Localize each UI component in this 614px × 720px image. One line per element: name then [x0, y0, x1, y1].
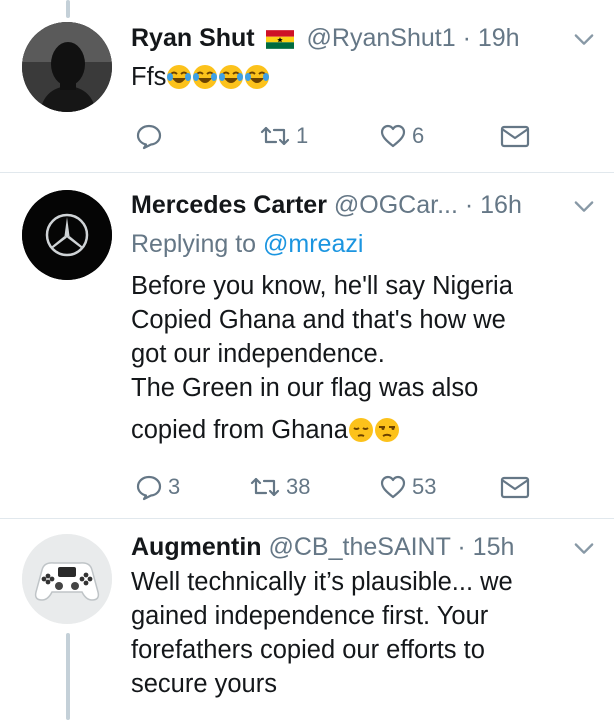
- tweet-header: Ryan Shut @RyanShut1 · 19h: [131, 18, 544, 58]
- like-count: 6: [412, 123, 425, 148]
- tweet-text-line: Copied Ghana and that's how we: [131, 306, 506, 334]
- display-name[interactable]: Augmentin: [131, 533, 262, 561]
- tweet-text-line: Ffs: [131, 63, 167, 91]
- tweet-text: Well technically it’s plausible... we ga…: [131, 565, 591, 701]
- tweet-text-line: gained independence first. Your: [131, 602, 489, 630]
- game-controller-icon: [22, 534, 112, 624]
- envelope-icon: [500, 125, 530, 148]
- tweet-text-line: got our independence.: [131, 340, 385, 368]
- retweet-icon: [260, 126, 290, 146]
- chevron-down-icon[interactable]: [570, 192, 598, 220]
- face-with-tears-of-joy-icon: [167, 65, 192, 89]
- handle[interactable]: @CB_theSAINT: [269, 533, 451, 561]
- chevron-down-icon[interactable]: [570, 25, 598, 53]
- tweet-actions: 3 38 53: [131, 467, 551, 507]
- tweet-text-line: forefathers copied our efforts to: [131, 636, 485, 664]
- mercedes-logo-icon: [22, 190, 112, 280]
- timestamp[interactable]: · 15h: [457, 533, 514, 561]
- heart-icon: [380, 475, 406, 499]
- retweet-count: 38: [286, 474, 311, 499]
- mention-link[interactable]: @mreazi: [263, 230, 363, 258]
- handle[interactable]: @RyanShut1: [307, 24, 456, 52]
- envelope-icon: [500, 476, 530, 499]
- tweet[interactable]: Ryan Shut @RyanShut1 · 19h Ffs 1 6: [0, 0, 614, 172]
- timestamp[interactable]: · 19h: [463, 24, 520, 52]
- tweet-actions: 1 6: [131, 116, 551, 156]
- replying-to-label: Replying to: [131, 230, 257, 258]
- replying-to: Replying to @mreazi: [131, 227, 363, 261]
- tweet[interactable]: Augmentin @CB_theSAINT · 15h Well techni…: [0, 519, 614, 720]
- tweet[interactable]: Mercedes Carter @OGCar... · 16h Replying…: [0, 173, 614, 518]
- avatar-photo: [22, 22, 112, 112]
- retweet-icon: [250, 477, 280, 497]
- reply-icon: [136, 475, 162, 501]
- tweet-text-line: Well technically it’s plausible... we: [131, 568, 513, 596]
- ghana-flag-icon: [265, 30, 294, 49]
- unamused-face-icon: [374, 418, 399, 442]
- tweet-header: Augmentin @CB_theSAINT · 15h: [131, 527, 544, 567]
- avatar[interactable]: [22, 22, 112, 112]
- handle[interactable]: @OGCar...: [334, 191, 458, 219]
- tweet-text-line: The Green in our flag was also: [131, 374, 479, 402]
- display-name[interactable]: Ryan Shut: [131, 24, 255, 52]
- reply-icon: [136, 124, 162, 150]
- tweet-text-line: secure yours: [131, 670, 277, 698]
- tweet-text-line: copied from Ghana: [131, 416, 348, 444]
- reply-button[interactable]: [135, 116, 168, 156]
- tweet-text: Ffs: [131, 60, 591, 94]
- avatar[interactable]: [22, 534, 112, 624]
- chevron-down-icon[interactable]: [570, 534, 598, 562]
- reply-button[interactable]: 3: [135, 467, 180, 507]
- timestamp[interactable]: · 16h: [465, 191, 522, 219]
- like-button[interactable]: 6: [379, 116, 424, 156]
- direct-message-button[interactable]: [499, 116, 531, 156]
- heart-icon: [380, 124, 406, 148]
- retweet-button[interactable]: 1: [259, 116, 308, 156]
- direct-message-button[interactable]: [499, 467, 531, 507]
- retweet-button[interactable]: 38: [249, 467, 310, 507]
- display-name[interactable]: Mercedes Carter: [131, 191, 327, 219]
- retweet-count: 1: [296, 123, 309, 148]
- like-count: 53: [412, 474, 437, 499]
- face-with-tears-of-joy-icon: [245, 65, 270, 89]
- pensive-face-icon: [348, 418, 373, 442]
- face-with-tears-of-joy-icon: [219, 65, 244, 89]
- tweet-text: Before you know, he'll say Nigeria Copie…: [131, 269, 591, 447]
- tweet-text-line: Before you know, he'll say Nigeria: [131, 272, 513, 300]
- like-button[interactable]: 53: [379, 467, 436, 507]
- face-with-tears-of-joy-icon: [193, 65, 218, 89]
- reply-count: 3: [168, 474, 181, 499]
- avatar[interactable]: [22, 190, 112, 280]
- tweet-header: Mercedes Carter @OGCar... · 16h: [131, 185, 544, 225]
